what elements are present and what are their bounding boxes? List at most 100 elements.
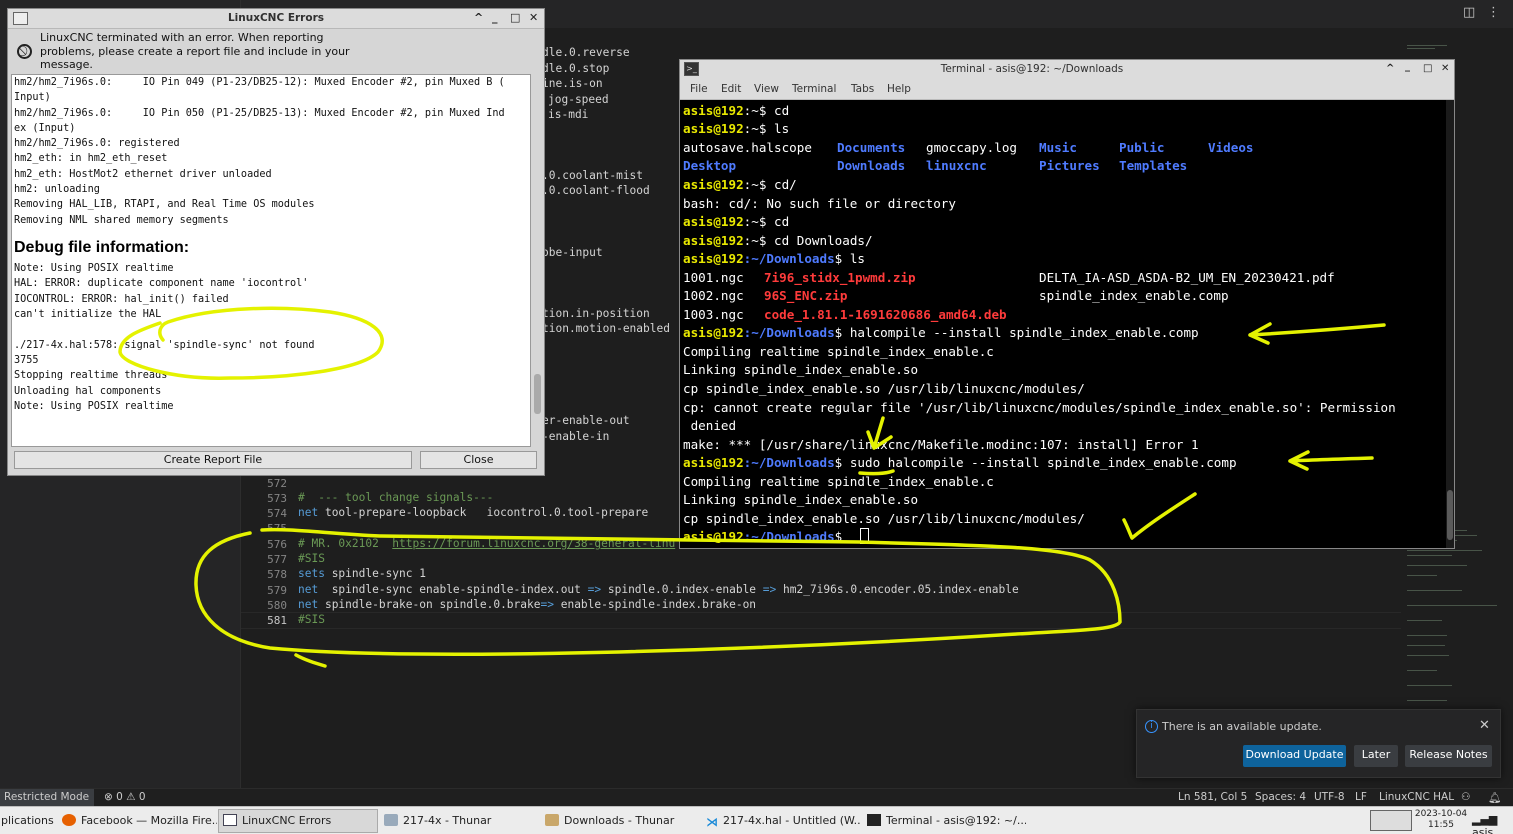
code-fragment: dle.0.stop — [542, 62, 610, 75]
eol-indicator[interactable]: LF — [1355, 791, 1367, 803]
ls-dir: Music — [1039, 140, 1077, 155]
scroll-thumb[interactable] — [1447, 490, 1453, 540]
minimize-icon[interactable]: _ — [492, 11, 498, 24]
clock[interactable]: 2023-10-04 11:55 — [1413, 809, 1469, 831]
vscode-status-bar: Restricted Mode ⊗ 0 ⚠ 0 Ln 581, Col 5 Sp… — [0, 788, 1513, 806]
menu-help[interactable]: Help — [887, 83, 911, 95]
terminal-line: asis@192:~/Downloads$ sudo halcompile --… — [683, 455, 1237, 470]
close-icon[interactable]: ✕ — [529, 11, 538, 24]
later-button[interactable]: Later — [1354, 745, 1398, 767]
code-line-573: # --- tool change signals--- — [298, 491, 494, 504]
shade-icon[interactable]: ^ — [1386, 63, 1394, 74]
indentation-indicator[interactable]: Spaces: 4 — [1255, 791, 1306, 803]
terminal-titlebar[interactable]: >_ Terminal - asis@192: ~/Downloads ^ _ … — [680, 60, 1454, 79]
ls-archive: code_1.81.1-1691620686_amd64.deb — [764, 307, 1007, 322]
encoding-indicator[interactable]: UTF-8 — [1314, 791, 1345, 803]
shade-icon[interactable]: ^ — [474, 11, 483, 24]
forum-link[interactable]: https://forum.linuxcnc.org/38-general-li… — [392, 537, 675, 550]
code-fragment: dle.0.reverse — [542, 46, 630, 59]
taskbar-item-vscode[interactable]: ⋊ 217-4x.hal - Untitled (W... — [701, 809, 861, 833]
terminal-line: Linking spindle_index_enable.so — [683, 362, 919, 377]
more-actions-icon[interactable]: ⋮ — [1487, 5, 1500, 20]
code-comment: # MR. 0x2102 — [298, 537, 393, 550]
language-mode[interactable]: LinuxCNC HAL — [1379, 791, 1454, 803]
terminal-line: cp: cannot create regular file '/usr/lib… — [683, 400, 1396, 415]
taskbar-item-terminal[interactable]: Terminal - asis@192: ~/... — [862, 809, 1027, 833]
close-icon[interactable]: ✕ — [1479, 718, 1490, 733]
folder-icon — [545, 814, 559, 826]
terminal-line: asis@192:~/Downloads$ halcompile --insta… — [683, 325, 1199, 340]
code-line-574: net tool-prepare-loopback iocontrol.0.to… — [298, 506, 648, 519]
maximize-icon[interactable]: □ — [1423, 63, 1432, 74]
release-notes-button[interactable]: Release Notes — [1405, 745, 1492, 767]
terminal-line: denied — [683, 418, 737, 433]
menu-terminal[interactable]: Terminal — [792, 83, 836, 95]
maximize-icon[interactable]: □ — [510, 11, 520, 24]
taskbar-item-thunar-downloads[interactable]: Downloads - Thunar — [540, 809, 700, 833]
problems-indicator[interactable]: ⊗ 0 ⚠ 0 — [104, 791, 146, 803]
error-log-text[interactable]: hm2/hm2_7i96s.0: IO Pin 049 (P1-23/DB25-… — [11, 74, 531, 447]
menu-file[interactable]: File — [690, 83, 708, 95]
taskbar-item-firefox[interactable]: Facebook — Mozilla Fire... — [57, 809, 218, 833]
debug-line: can't initialize the HAL — [14, 309, 162, 320]
log-line: Removing NML shared memory segments — [14, 215, 229, 226]
create-report-button[interactable]: Create Report File — [14, 451, 412, 469]
menu-tabs[interactable]: Tabs — [851, 83, 874, 95]
menu-edit[interactable]: Edit — [721, 83, 741, 95]
ls-archive: 7i96_stidx_1pwmd.zip — [764, 270, 916, 285]
workspace-pager[interactable] — [1370, 810, 1412, 831]
terminal-line: asis@192:~$ cd — [683, 214, 790, 229]
close-button[interactable]: Close — [420, 451, 537, 469]
dialog-title: LinuxCNC Errors — [227, 12, 325, 24]
notification-message: There is an available update. — [1162, 720, 1322, 733]
debug-line: ./217-4x.hal:578: signal 'spindle-sync' … — [14, 340, 315, 351]
terminal-cursor — [860, 528, 869, 544]
taskbar-item-thunar-217[interactable]: 217-4x - Thunar — [379, 809, 539, 833]
signal-icon: ▂▄▆ — [1472, 813, 1498, 826]
hal-keyword: net — [298, 598, 319, 611]
code-fragment: obe-input — [542, 246, 603, 259]
feedback-icon[interactable]: ⚇ — [1461, 791, 1470, 803]
log-scrollbar[interactable] — [533, 74, 542, 447]
download-update-button[interactable]: Download Update — [1243, 745, 1346, 767]
ls-entry: DELTA_IA-ASD_ASDA-B2_UM_EN_20230421.pdf — [1039, 270, 1335, 285]
cursor-position[interactable]: Ln 581, Col 5 — [1178, 791, 1247, 803]
debug-line: Note: Using POSIX realtime — [14, 401, 174, 412]
code-fragment: .0.coolant-mist — [542, 169, 644, 182]
code-fragment: -enable-in — [542, 430, 610, 443]
code-line-578: sets spindle-sync 1 — [298, 567, 426, 580]
code-text: enable-spindle-index.brake-on — [553, 598, 757, 611]
close-icon[interactable]: ✕ — [1441, 63, 1449, 74]
ls-entry: spindle_index_enable.comp — [1039, 288, 1229, 303]
folder-icon — [384, 814, 398, 826]
applications-menu[interactable]: plications — [0, 809, 55, 833]
terminal-scrollbar[interactable] — [1446, 100, 1454, 548]
code-text: spindle-sync enable-spindle-index.out — [318, 583, 588, 596]
terminal-output[interactable]: asis@192:~$ cd asis@192:~$ ls autosave.h… — [680, 100, 1444, 548]
ls-dir: Public — [1119, 140, 1165, 155]
minimize-icon[interactable]: _ — [1405, 61, 1410, 72]
terminal-line: cp spindle_index_enable.so /usr/lib/linu… — [683, 381, 1085, 396]
restricted-mode-indicator[interactable]: Restricted Mode — [0, 789, 94, 806]
code-operator: => — [587, 583, 602, 596]
ls-entry: autosave.halscope — [683, 140, 812, 155]
terminal-line: Compiling realtime spindle_index_enable.… — [683, 344, 994, 359]
bell-icon[interactable]: 🔔︎ — [1488, 791, 1501, 804]
terminal-line: asis@192:~$ cd/ — [683, 177, 797, 192]
code-fragment: jog-speed — [548, 93, 609, 106]
debug-line: Stopping realtime threads — [14, 370, 168, 381]
user-menu[interactable]: ▂▄▆ asis — [1472, 813, 1513, 834]
editor-scrollbar[interactable] — [1505, 30, 1513, 788]
terminal-line: asis@192:~$ cd — [683, 103, 790, 118]
scroll-thumb[interactable] — [534, 374, 541, 414]
split-editor-icon[interactable]: ◫ — [1463, 5, 1475, 20]
terminal-icon — [867, 814, 881, 826]
window-icon — [223, 814, 237, 826]
error-message: LinuxCNC terminated with an error. When … — [40, 31, 350, 71]
hal-keyword: net — [298, 506, 319, 519]
taskbar-item-linuxcnc-errors[interactable]: LinuxCNC Errors — [218, 809, 378, 833]
taskbar: plications Facebook — Mozilla Fire... Li… — [0, 806, 1513, 834]
menu-view[interactable]: View — [754, 83, 779, 95]
dialog-titlebar[interactable]: LinuxCNC Errors ^ _ □ ✕ — [8, 9, 544, 29]
terminal-prompt: asis@192:~/Downloads$ — [683, 529, 843, 544]
